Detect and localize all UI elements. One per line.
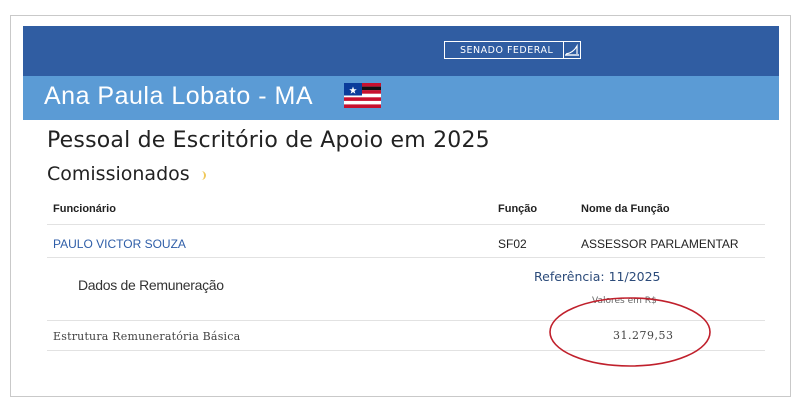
table-divider xyxy=(47,224,765,225)
senado-logo-icon xyxy=(564,43,580,57)
page-title: Pessoal de Escritório de Apoio em 2025 xyxy=(47,128,490,153)
senado-federal-link[interactable]: SENADO FEDERAL xyxy=(444,41,581,59)
maranhao-flag-icon xyxy=(344,83,381,108)
col-header-nome-funcao: Nome da Função xyxy=(581,203,670,215)
col-header-funcionario: Funcionário xyxy=(53,203,116,215)
senator-name-bar: Ana Paula Lobato - MA xyxy=(23,76,779,120)
remuneracao-heading: Dados de Remuneração xyxy=(78,277,224,293)
table-divider xyxy=(47,257,765,258)
col-header-funcao: Função xyxy=(498,203,538,215)
section-title: Comissionados xyxy=(47,163,190,185)
senado-federal-label: SENADO FEDERAL xyxy=(460,44,554,56)
employee-funcao: SF02 xyxy=(498,237,527,251)
annotation-circle xyxy=(549,297,711,367)
remuneracao-item-label: Estrutura Remuneratória Básica xyxy=(53,330,241,343)
employee-nome-funcao: ASSESSOR PARLAMENTAR xyxy=(581,237,739,251)
senator-name: Ana Paula Lobato - MA xyxy=(44,82,313,110)
top-header-bar xyxy=(23,26,779,76)
employee-name-link[interactable]: PAULO VICTOR SOUZA xyxy=(53,237,186,251)
referencia-label: Referência: 11/2025 xyxy=(534,269,661,284)
